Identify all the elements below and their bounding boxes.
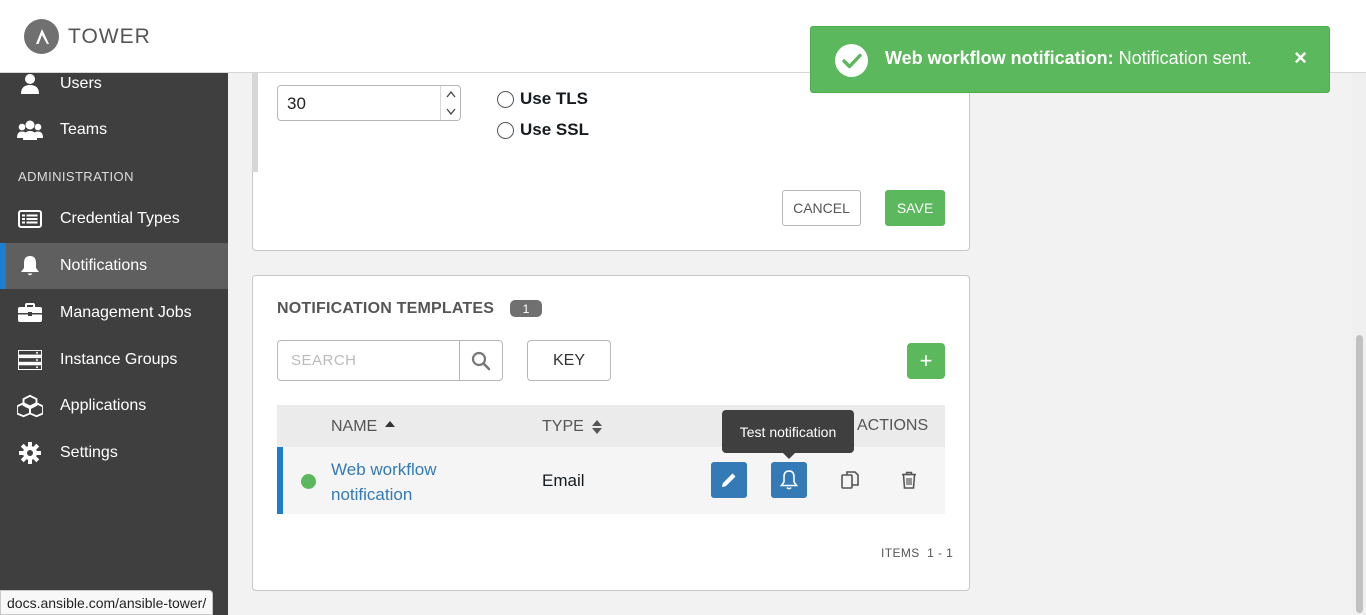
timeout-value: 30 [287, 94, 306, 113]
brand-name: TOWER [68, 24, 151, 48]
use-ssl-option[interactable]: Use SSL [497, 120, 589, 140]
sidebar-item-settings[interactable]: Settings [0, 430, 228, 476]
delete-button[interactable] [891, 462, 927, 498]
success-toast: Web workflow notification: Notification … [810, 26, 1330, 93]
check-circle-icon [835, 44, 868, 77]
decrement-icon[interactable] [441, 103, 460, 120]
sidebar-item-label: Instance Groups [60, 351, 178, 368]
sidebar-item-label: Management Jobs [60, 304, 192, 321]
key-button[interactable]: KEY [527, 340, 611, 381]
template-type: Email [542, 471, 585, 490]
column-actions-header: ACTIONS [857, 417, 928, 435]
use-ssl-label: Use SSL [520, 120, 589, 139]
toast-title: Web workflow notification: [885, 48, 1114, 68]
use-tls-radio[interactable] [497, 90, 514, 108]
sidebar-item-notifications[interactable]: Notifications [0, 243, 228, 289]
sidebar-item-applications[interactable]: Applications [0, 383, 228, 429]
search-box: SEARCH [277, 340, 503, 381]
use-ssl-radio[interactable] [497, 121, 514, 139]
sidebar-item-label: Settings [60, 444, 118, 461]
use-tls-label: Use TLS [520, 89, 589, 108]
items-range: 1 - 1 [927, 546, 954, 560]
sidebar-item-instance-groups[interactable]: Instance Groups [0, 337, 228, 383]
list-alt-icon [17, 206, 43, 232]
column-type-label: TYPE [542, 418, 584, 435]
section-heading-administration: ADMINISTRATION [18, 169, 134, 184]
close-icon[interactable]: × [1294, 45, 1307, 71]
spinner-arrows[interactable] [440, 86, 460, 120]
users-icon [17, 117, 43, 143]
copy-button[interactable] [832, 462, 868, 498]
pencil-icon [722, 473, 736, 487]
toast-text: Notification sent. [1118, 48, 1252, 68]
bell-icon [779, 470, 799, 490]
link-status-bar: docs.ansible.com/ansible-tower/ [0, 590, 214, 615]
add-button[interactable]: + [907, 343, 945, 379]
edit-button[interactable] [711, 462, 747, 498]
sidebar: Users Teams ADMINISTRATION Credential Ty… [0, 73, 228, 615]
ansible-logo-icon [24, 19, 59, 54]
sidebar-item-label: Notifications [60, 257, 148, 274]
user-icon [17, 71, 43, 97]
template-name-link[interactable]: Web workflow notification [331, 457, 491, 507]
gear-icon [17, 440, 43, 466]
increment-icon[interactable] [441, 86, 460, 103]
sort-asc-icon [385, 421, 396, 427]
cancel-button[interactable]: CANCEL [782, 190, 861, 226]
server-icon [17, 347, 43, 373]
scrollbar-thumb[interactable] [1356, 335, 1363, 613]
sidebar-item-label: Credential Types [60, 210, 180, 227]
column-name-label: NAME [331, 418, 378, 435]
test-notification-button[interactable] [771, 462, 807, 498]
count-badge: 1 [510, 300, 542, 317]
timeout-spinner-input[interactable]: 30 [277, 85, 461, 121]
briefcase-icon [17, 300, 43, 326]
search-button[interactable] [459, 341, 502, 380]
use-tls-option[interactable]: Use TLS [497, 89, 588, 109]
copy-icon [841, 471, 859, 489]
bell-icon [17, 253, 43, 279]
status-indicator [301, 474, 316, 489]
sidebar-item-management-jobs[interactable]: Management Jobs [0, 290, 228, 336]
plus-icon: + [919, 348, 933, 373]
page-scrollbar[interactable] [1352, 73, 1366, 615]
tooltip: Test notification [722, 410, 854, 453]
cubes-icon [17, 393, 43, 419]
sidebar-item-credential-types[interactable]: Credential Types [0, 196, 228, 242]
sidebar-item-teams[interactable]: Teams [0, 107, 228, 153]
toast-message: Web workflow notification: Notification … [885, 48, 1252, 69]
pagination-items-label: ITEMS 1 - 1 [881, 546, 953, 560]
sidebar-item-label: Teams [60, 121, 108, 138]
save-button[interactable]: SAVE [885, 190, 945, 226]
sort-icon [591, 420, 602, 434]
tooltip-arrow [783, 453, 795, 459]
column-name-header[interactable]: NAME [331, 418, 396, 436]
search-icon [471, 351, 491, 370]
sidebar-item-label: Applications [60, 397, 147, 414]
trash-icon [902, 471, 916, 489]
column-actions-label: ACTIONS [857, 417, 929, 434]
search-input[interactable]: SEARCH [291, 352, 357, 369]
column-type-header[interactable]: TYPE [542, 418, 602, 436]
sidebar-item-label: Users [60, 75, 102, 92]
section-title: NOTIFICATION TEMPLATES [277, 300, 495, 317]
items-label: ITEMS [881, 546, 920, 560]
tower-logo[interactable]: TOWER [24, 19, 151, 54]
form-section-indicator [252, 73, 258, 172]
